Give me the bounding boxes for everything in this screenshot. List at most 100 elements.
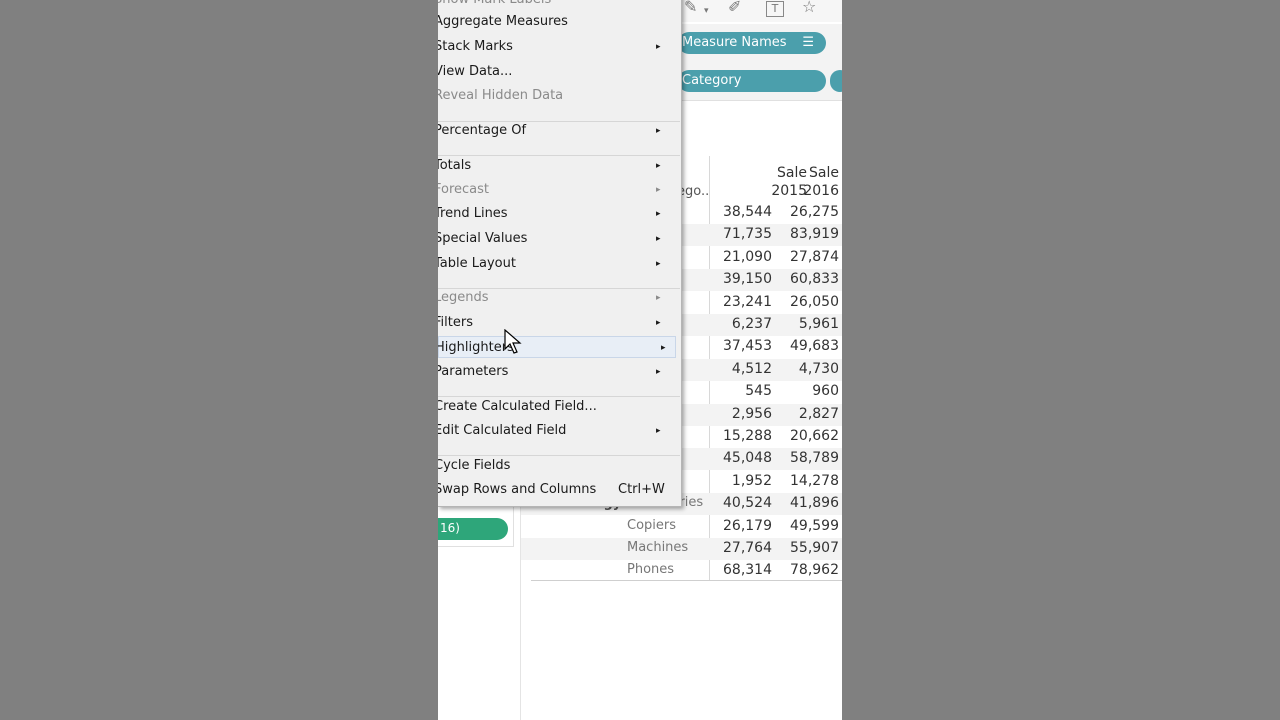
submenu-arrow-icon: ▸ [656,259,661,269]
menu-item-table-layout[interactable]: Table Layout ▸ [438,253,677,275]
menu-item-create-calculated-field[interactable]: Create Calculated Field... [438,396,677,418]
menu-item-filters[interactable]: Filters ▸ [438,312,677,334]
cell-sales-2016[interactable]: 58,789 [779,450,839,466]
cell-sales-2016[interactable]: 960 [779,383,839,399]
submenu-arrow-icon: ▸ [656,426,661,436]
menu-item-label: Stack Marks [438,39,513,54]
cell-sales-2016[interactable]: 5,961 [779,316,839,332]
menu-item-highlighters[interactable]: Highlighters ▸ [438,336,676,358]
cell-sales-2016[interactable]: 20,662 [779,428,839,444]
menu-item-percentage-of[interactable]: Percentage Of ▸ [438,120,677,142]
menu-item-label: View Data... [438,64,513,79]
submenu-arrow-icon: ▸ [656,126,661,136]
chevron-down-icon[interactable]: ▾ [704,2,709,20]
cell-sales-2016[interactable]: 4,730 [779,361,839,377]
rows-pill-label: Category [682,73,742,88]
menu-item-label: Highlighters [438,340,514,355]
cell-sales-2015[interactable]: 27,764 [712,540,772,556]
cell-sales-2016[interactable]: 55,907 [779,540,839,556]
sort-icon[interactable]: ☰ [802,32,814,54]
menu-item-label: Swap Rows and Columns [438,482,597,497]
menu-item-view-data[interactable]: View Data... [438,61,677,83]
menu-item-parameters[interactable]: Parameters ▸ [438,361,677,383]
menu-item-label: Legends [438,290,489,305]
pen-icon[interactable]: ✎ [684,0,697,16]
cell-sales-2016[interactable]: 49,599 [779,518,839,534]
cell-sales-2015[interactable]: 68,314 [712,562,772,578]
cell-sales-2016[interactable]: 14,278 [779,473,839,489]
cell-sales-2015[interactable]: 1,952 [712,473,772,489]
cell-sales-2015[interactable]: 45,048 [712,450,772,466]
cell-sales-2015[interactable]: 39,150 [712,271,772,287]
table-row[interactable]: Machines 27,764 55,907 [521,538,842,560]
table-row[interactable]: Copiers 26,179 49,599 [521,516,842,538]
menu-item-label: Reveal Hidden Data [438,88,564,103]
submenu-arrow-icon: ▸ [656,234,661,244]
menu-item-legends[interactable]: Legends ▸ [438,287,677,309]
menu-item-cycle-fields[interactable]: Cycle Fields [438,455,677,477]
rows-pill-next[interactable] [830,70,842,92]
cell-sales-2016[interactable]: 2,827 [779,406,839,422]
menu-item-show-mark-labels[interactable]: Show Mark Labels [438,0,677,11]
cell-sales-2015[interactable]: 71,735 [712,226,772,242]
submenu-arrow-icon: ▸ [656,293,661,303]
green-pill[interactable]: 16) [438,518,508,540]
menu-item-label: Create Calculated Field... [438,399,597,414]
menu-item-totals[interactable]: Totals ▸ [438,155,677,177]
cell-sales-2015[interactable]: 40,524 [712,495,772,511]
menu-item-label: Totals [438,158,472,173]
green-pill-label: 16) [440,521,460,535]
cell-sales-2015[interactable]: 37,453 [712,338,772,354]
cell-sales-2015[interactable]: 26,179 [712,518,772,534]
cell-sales-2015[interactable]: 2,956 [712,406,772,422]
menu-item-label: Trend Lines [438,206,508,221]
submenu-arrow-icon: ▸ [656,161,661,171]
menu-item-swap-rows-and-columns[interactable]: Swap Rows and Columns Ctrl+W [438,479,677,501]
menu-item-stack-marks[interactable]: Stack Marks ▸ [438,36,677,58]
menu-item-label: Percentage Of [438,123,527,138]
pin-icon[interactable]: ☆ [802,0,816,16]
table-bottom-rule [531,580,842,581]
menu-item-label: Show Mark Labels [438,0,551,11]
menu-shortcut: Ctrl+W [618,482,665,497]
cell-sub-category: Copiers [627,517,677,533]
cell-sales-2015[interactable]: 15,288 [712,428,772,444]
cell-sub-category: Machines [627,540,689,555]
cell-sales-2015[interactable]: 23,241 [712,294,772,310]
column-header-2016[interactable]: Sale 2016 [781,164,839,200]
menu-item-edit-calculated-field[interactable]: Edit Calculated Field ▸ [438,420,677,442]
cell-sales-2016[interactable]: 49,683 [779,338,839,354]
cell-sales-2015[interactable]: 6,237 [712,316,772,332]
rows-pill-category[interactable]: Category [678,70,826,92]
menu-item-forecast[interactable]: Forecast ▸ [438,179,677,201]
tableau-window: ✎ ▾ ✐ T ☆ Measure Names ☰ Category 16) S… [438,0,842,720]
annotate-icon[interactable]: ✐ [728,0,741,16]
menu-item-reveal-hidden-data[interactable]: Reveal Hidden Data [438,85,677,107]
menu-item-label: Cycle Fields [438,458,511,473]
menu-item-special-values[interactable]: Special Values ▸ [438,228,677,250]
menu-item-label: Table Layout [438,256,516,271]
submenu-arrow-icon: ▸ [656,367,661,377]
mouse-cursor-icon [504,329,522,354]
cell-sales-2015[interactable]: 38,544 [712,204,772,220]
submenu-arrow-icon: ▸ [656,185,661,195]
cell-sales-2016[interactable]: 27,874 [779,249,839,265]
text-box-icon[interactable]: T [766,1,784,17]
cell-sales-2016[interactable]: 26,050 [779,294,839,310]
cell-sales-2016[interactable]: 60,833 [779,271,839,287]
menu-item-label: Special Values [438,231,528,246]
menu-item-aggregate-measures[interactable]: Aggregate Measures [438,11,677,33]
columns-pill-measure-names[interactable]: Measure Names ☰ [678,32,826,54]
column-header-2016-line2: 2016 [803,183,839,199]
shelves: Measure Names ☰ Category [678,24,842,101]
cell-sales-2015[interactable]: 4,512 [712,361,772,377]
context-menu: Show Mark Labels Aggregate Measures Stack … [438,0,682,507]
cell-sales-2015[interactable]: 545 [712,383,772,399]
cell-sales-2016[interactable]: 26,275 [779,204,839,220]
menu-item-trend-lines[interactable]: Trend Lines ▸ [438,203,677,225]
cell-sales-2015[interactable]: 21,090 [712,249,772,265]
cell-sales-2016[interactable]: 83,919 [779,226,839,242]
cell-sales-2016[interactable]: 41,896 [779,495,839,511]
column-header-2016-line1: Sale [809,165,839,181]
cell-sales-2016[interactable]: 78,962 [779,562,839,578]
